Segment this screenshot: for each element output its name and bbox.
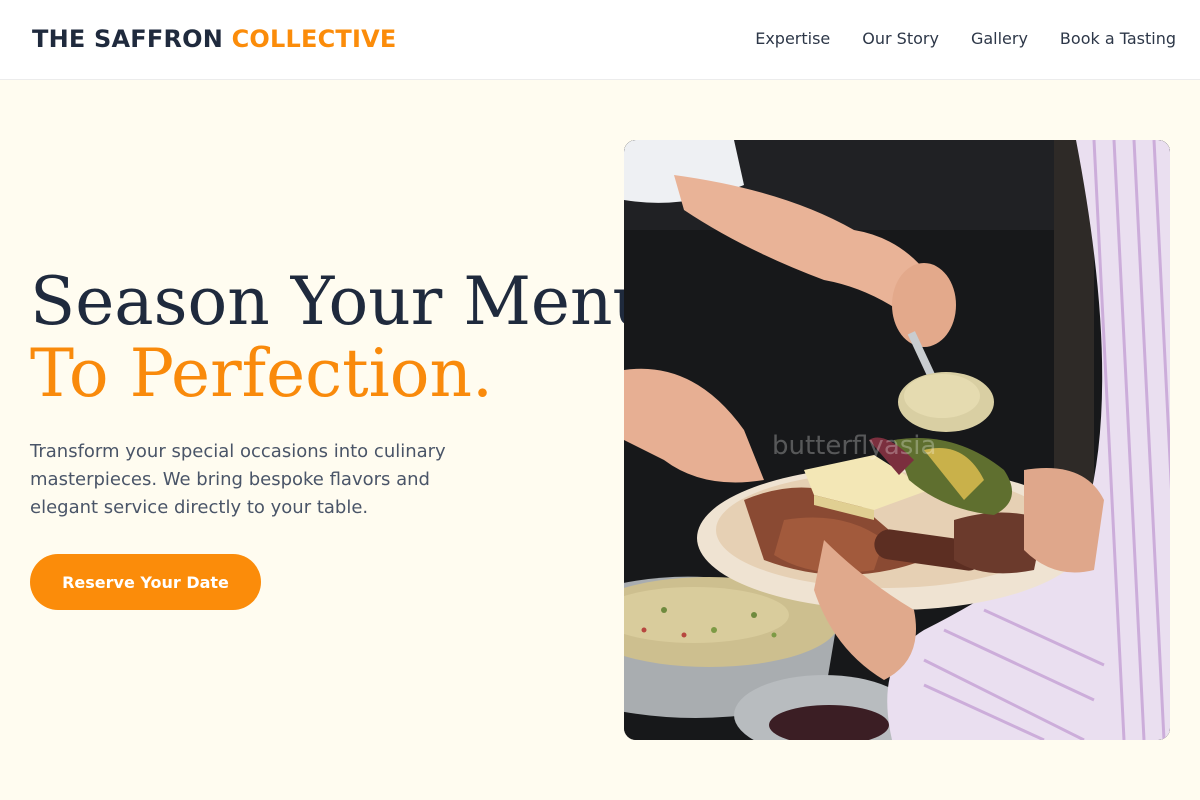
hero-title: Season Your Menu To Perfection.: [30, 266, 655, 410]
image-watermark-text: butterflyasia: [772, 431, 936, 461]
hero-food-image: butterflyasia: [624, 140, 1170, 740]
main-nav: Expertise Our Story Gallery Book a Tasti…: [755, 29, 1176, 48]
food-serving-illustration: butterflyasia: [624, 140, 1170, 740]
brand-name-accent: COLLECTIVE: [231, 25, 397, 53]
nav-link-book-tasting[interactable]: Book a Tasting: [1060, 29, 1176, 48]
hero-title-line2: To Perfection.: [30, 335, 493, 412]
brand-name-main: THE SAFFRON: [32, 25, 224, 53]
site-header: THE SAFFRON COLLECTIVE Expertise Our Sto…: [0, 0, 1200, 80]
nav-link-expertise[interactable]: Expertise: [755, 29, 830, 48]
reserve-date-button[interactable]: Reserve Your Date: [30, 554, 261, 610]
hero-description: Transform your special occasions into cu…: [30, 441, 446, 518]
brand-logo[interactable]: THE SAFFRON COLLECTIVE: [32, 25, 396, 53]
hero-title-line1: Season Your Menu: [30, 263, 655, 340]
nav-link-our-story[interactable]: Our Story: [862, 29, 939, 48]
nav-link-gallery[interactable]: Gallery: [971, 29, 1028, 48]
